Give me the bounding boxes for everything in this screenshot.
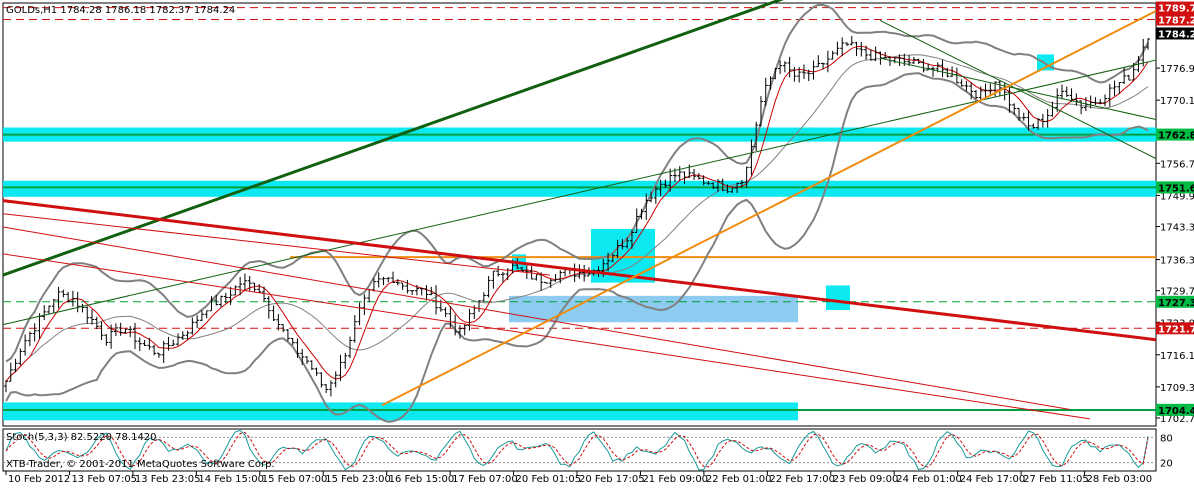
price-tick-label: 1756.70 [1160,159,1194,170]
time-tick-label: 17 Feb 07:00 [452,474,518,485]
time-tick-label: 14 Feb 15:00 [198,474,264,485]
chart-svg: 1776.901770.101756.701749.901743.301736.… [2,0,1194,485]
chart-area[interactable]: 1776.901770.101756.701749.901743.301736.… [0,0,1194,486]
stoch-level-bottom-label: 20 [1160,459,1173,470]
price-tag-label: 1784.24 [1158,29,1194,40]
price-tag-label: 1789.73 [1158,4,1194,15]
zone-box-feb23 [826,285,850,310]
price-tick-label: 1736.30 [1160,256,1194,267]
time-tick-label: 24 Feb 17:00 [960,474,1026,485]
time-tick-label: 24 Feb 01:00 [896,474,962,485]
time-tick-label: 10 Feb 2012 [8,474,70,485]
price-tag-label: 1704.43 [1158,406,1194,417]
price-tick-label: 1743.30 [1160,223,1194,234]
price-tag: 1784.24 [1156,27,1194,40]
stoch-level-top-label: 80 [1160,433,1173,444]
time-tick-label: 21 Feb 09:00 [642,474,708,485]
price-tick-label: 1770.10 [1160,96,1194,107]
price-tick-label: 1716.10 [1160,351,1194,362]
time-tick-label: 23 Feb 09:00 [833,474,899,485]
price-tick-label: 1776.90 [1160,64,1194,75]
time-tick-label: 13 Feb 23:05 [135,474,201,485]
price-tag: 1787.20 [1156,13,1194,27]
price-tag: 1762.80 [1156,128,1194,142]
chart-header-ohlc: GOLDs,H1 1784.28 1786.18 1782.37 1784.24 [6,5,235,16]
time-tick-label: 20 Feb 01:05 [516,474,582,485]
price-tag-label: 1787.20 [1158,16,1194,27]
price-tag-label: 1751.60 [1158,183,1194,194]
price-tag-label: 1762.80 [1158,131,1194,142]
price-tag-label: 1727.34 [1158,298,1194,309]
time-tick-label: 27 Feb 11:05 [1023,474,1089,485]
price-tag: 1789.73 [1156,1,1194,15]
time-tick-label: 13 Feb 07:05 [71,474,137,485]
zone-band-1751 [3,180,1156,197]
price-tag: 1727.34 [1156,295,1194,309]
time-tick-label: 20 Feb 17:05 [579,474,645,485]
stoch-label: Stoch(5,3,3) 82.5220 78.1420 [6,432,157,443]
time-tick-label: 28 Feb 03:00 [1087,474,1153,485]
time-axis: 10 Feb 2012 13 Feb 07:0513 Feb 23:0514 Fe… [5,471,1153,485]
time-tick-label: 16 Feb 15:00 [389,474,455,485]
price-tag-label: 1721.72 [1158,324,1194,335]
time-tick-label: 15 Feb 07:00 [262,474,328,485]
time-tick-label: 22 Feb 17:00 [769,474,835,485]
price-axis: 1776.901770.101756.701749.901743.301736.… [1156,1,1194,425]
platform-watermark: XTB-Trader, © 2001-2011 MetaQuotes Softw… [6,459,275,470]
price-tag: 1721.72 [1156,322,1194,335]
price-tag: 1704.43 [1156,403,1194,417]
price-tick-label: 1709.30 [1160,383,1194,394]
time-tick-label: 15 Feb 23:00 [325,474,391,485]
price-tag: 1751.60 [1156,181,1194,194]
time-tick-label: 22 Feb 01:00 [706,474,772,485]
